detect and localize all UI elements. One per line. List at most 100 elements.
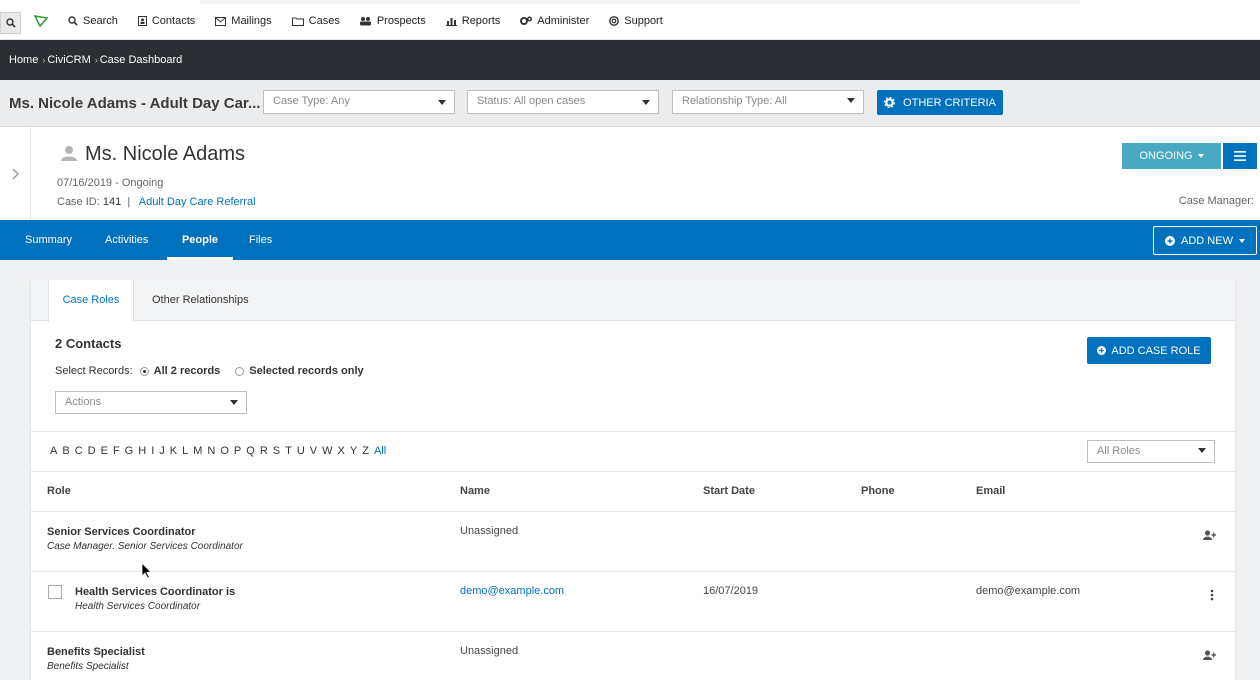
quicksearch-button[interactable] — [0, 12, 21, 34]
plus-circle-icon — [1165, 235, 1176, 246]
status-select[interactable]: Status: All open cases — [467, 90, 659, 114]
roles-filter-select[interactable]: All Roles — [1087, 440, 1215, 463]
menu-item-cases[interactable]: Cases — [291, 15, 340, 27]
alphabet-letter[interactable]: F — [113, 445, 120, 457]
relationship-type-value: Relationship Type: All — [682, 95, 787, 107]
alphabet-letter[interactable]: Z — [362, 445, 369, 457]
alphabet-letter[interactable]: O — [220, 445, 229, 457]
roles-filter-value: All Roles — [1097, 445, 1141, 457]
top-strip — [200, 0, 1080, 4]
alphabet-letter[interactable]: G — [125, 445, 134, 457]
row-name: Unassigned — [460, 525, 519, 537]
column-header-phone[interactable]: Phone — [861, 485, 895, 497]
tab-summary[interactable]: Summary — [25, 220, 72, 260]
alphabet-letter[interactable]: H — [138, 445, 146, 457]
other-criteria-label: OTHER CRITERIA — [903, 96, 996, 109]
breadcrumb-home[interactable]: Home — [9, 54, 38, 66]
contacts-count: 2 Contacts — [55, 336, 122, 351]
column-header-name[interactable]: Name — [460, 485, 490, 497]
case-type-link[interactable]: Adult Day Care Referral — [139, 196, 256, 208]
case-actions-menu-button[interactable] — [1223, 143, 1257, 169]
row-checkbox[interactable] — [48, 585, 62, 599]
alphabet-letter[interactable]: I — [151, 445, 154, 457]
tab-activities[interactable]: Activities — [105, 220, 148, 260]
alphabet-letter[interactable]: R — [260, 445, 268, 457]
chevron-down-icon — [642, 100, 650, 105]
assign-contact-icon[interactable] — [1203, 650, 1216, 660]
alphabet-letter[interactable]: V — [310, 445, 317, 457]
alphabet-letter[interactable]: L — [182, 445, 188, 457]
users-icon — [359, 17, 371, 26]
menu-item-contacts[interactable]: Contacts — [137, 15, 195, 27]
alphabet-letter[interactable]: K — [170, 445, 177, 457]
person-icon — [61, 146, 77, 161]
relationship-type-select[interactable]: Relationship Type: All — [672, 90, 864, 114]
radio-selected-records-label[interactable]: Selected records only — [249, 365, 363, 377]
case-filter-bar: Ms. Nicole Adams - Adult Day Car... Case… — [0, 80, 1260, 127]
column-header-role[interactable]: Role — [47, 485, 71, 497]
row-name-link[interactable]: demo@example.com — [460, 585, 564, 597]
actions-select[interactable]: Actions — [55, 391, 247, 414]
menu-item-prospects[interactable]: Prospects — [359, 15, 426, 27]
separator: | — [124, 196, 137, 208]
menu-label: Reports — [461, 15, 501, 27]
alphabet-letter[interactable]: U — [297, 445, 305, 457]
chevron-right-icon — [12, 168, 19, 179]
people-panel: Case Roles Other Relationships 2 Contact… — [31, 280, 1235, 680]
column-header-start-date[interactable]: Start Date — [703, 485, 755, 497]
menu-item-reports[interactable]: Reports — [445, 15, 501, 27]
tab-files[interactable]: Files — [249, 220, 272, 260]
other-criteria-button[interactable]: OTHER CRITERIA — [877, 90, 1003, 115]
civicrm-logo[interactable] — [33, 14, 49, 32]
add-case-role-button[interactable]: ADD CASE ROLE — [1087, 337, 1211, 364]
gear-icon — [884, 97, 896, 108]
gears-icon — [520, 16, 533, 25]
column-header-email[interactable]: Email — [976, 485, 1005, 497]
radio-all-records[interactable] — [139, 366, 149, 376]
case-status-dropdown[interactable]: ONGOING — [1122, 143, 1221, 169]
alphabet-letter[interactable]: Q — [246, 445, 255, 457]
alphabet-letter[interactable]: B — [62, 445, 69, 457]
add-new-button[interactable]: ADD NEW — [1153, 226, 1257, 255]
radio-selected-records[interactable] — [235, 366, 245, 376]
alphabet-letter[interactable]: S — [273, 445, 280, 457]
plus-circle-icon — [1097, 346, 1107, 355]
alphabet-letter[interactable]: D — [88, 445, 96, 457]
menu-item-search[interactable]: Search — [68, 15, 118, 27]
subtab-case-roles[interactable]: Case Roles — [48, 280, 134, 322]
more-options-icon[interactable] — [1210, 589, 1214, 601]
top-menu-bar: Search Contacts Mailings Cases Prospects… — [0, 0, 1260, 40]
alphabet-all[interactable]: All — [374, 445, 386, 457]
alphabet-letter[interactable]: T — [285, 445, 292, 457]
alphabet-letter[interactable]: Y — [350, 445, 357, 457]
menu-item-administer[interactable]: Administer — [520, 15, 589, 27]
alphabet-letter[interactable]: X — [338, 445, 345, 457]
tab-people[interactable]: People — [167, 220, 233, 260]
caret-down-icon — [1238, 238, 1245, 243]
alphabet-letter[interactable]: C — [75, 445, 83, 457]
alphabet-letter[interactable]: M — [193, 445, 202, 457]
caret-down-icon — [1197, 154, 1204, 158]
breadcrumb-civicrm[interactable]: CiviCRM — [47, 54, 90, 66]
expand-sidebar-button[interactable] — [0, 127, 31, 220]
menu-item-support[interactable]: Support — [609, 15, 663, 27]
assign-contact-icon[interactable] — [1203, 530, 1216, 540]
contacts-icon — [137, 16, 147, 26]
menu-item-mailings[interactable]: Mailings — [215, 15, 272, 27]
breadcrumb-case-dashboard[interactable]: Case Dashboard — [100, 54, 183, 66]
alphabet-letter[interactable]: N — [207, 445, 215, 457]
alphabet-letter[interactable]: A — [50, 445, 57, 457]
menu-label: Administer — [537, 15, 590, 27]
case-tabs: Summary Activities People Files ADD NEW — [0, 220, 1260, 260]
alphabet-letter[interactable]: P — [234, 445, 241, 457]
contact-name[interactable]: Ms. Nicole Adams — [85, 143, 245, 166]
subtab-other-relationships[interactable]: Other Relationships — [152, 280, 249, 321]
alphabet-letter[interactable]: W — [322, 445, 332, 457]
alphabet-letter[interactable]: J — [159, 445, 165, 457]
radio-all-records-label[interactable]: All 2 records — [154, 365, 221, 377]
case-type-select[interactable]: Case Type: Any — [263, 90, 455, 114]
alphabet-letter[interactable]: E — [101, 445, 108, 457]
menu-label: Search — [83, 15, 118, 27]
chevron-down-icon — [230, 400, 238, 405]
actions-placeholder: Actions — [65, 396, 102, 408]
